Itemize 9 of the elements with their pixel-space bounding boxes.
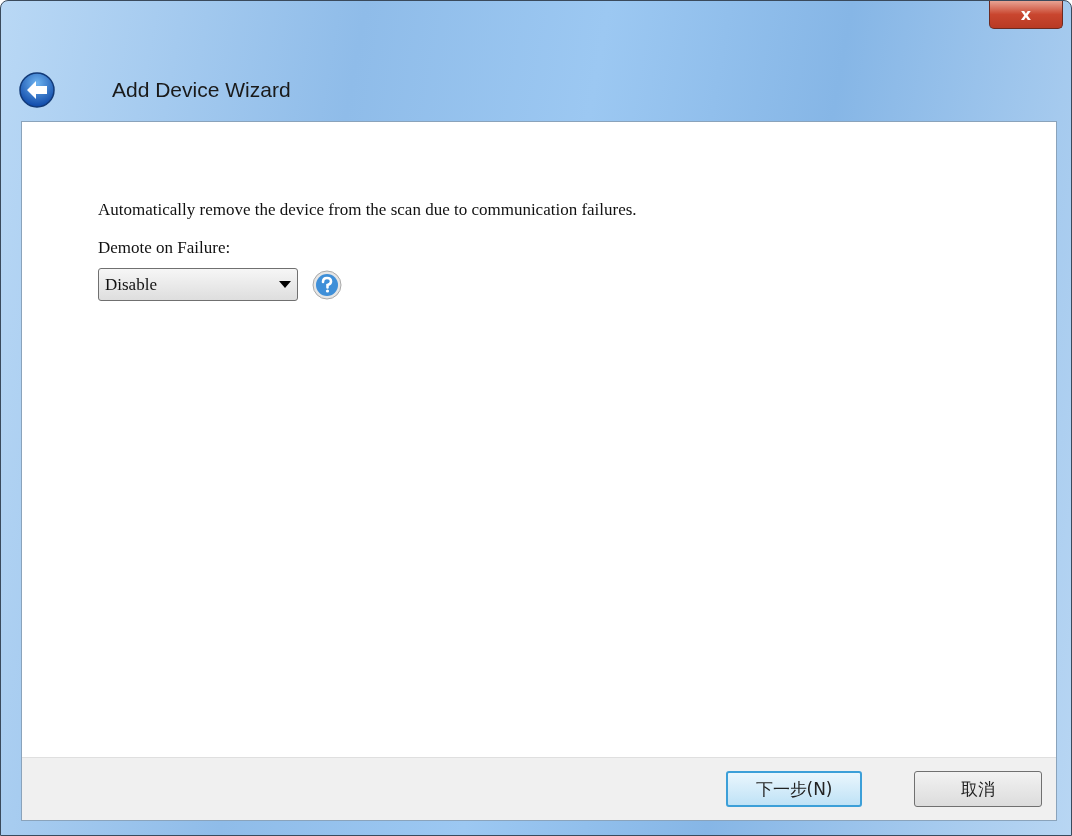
field-label: Demote on Failure:: [98, 238, 232, 258]
close-button[interactable]: x: [989, 1, 1063, 29]
window-title: Add Device Wizard: [112, 78, 291, 102]
description-text: Automatically remove the device from the scan due to communication failures.: [98, 200, 638, 220]
next-button[interactable]: 下一步(N): [726, 771, 862, 807]
help-icon[interactable]: [312, 269, 342, 300]
caret-icon: [279, 281, 291, 288]
demote-dropdown[interactable]: Disable: [98, 268, 298, 301]
cancel-button[interactable]: 取消: [914, 771, 1042, 807]
